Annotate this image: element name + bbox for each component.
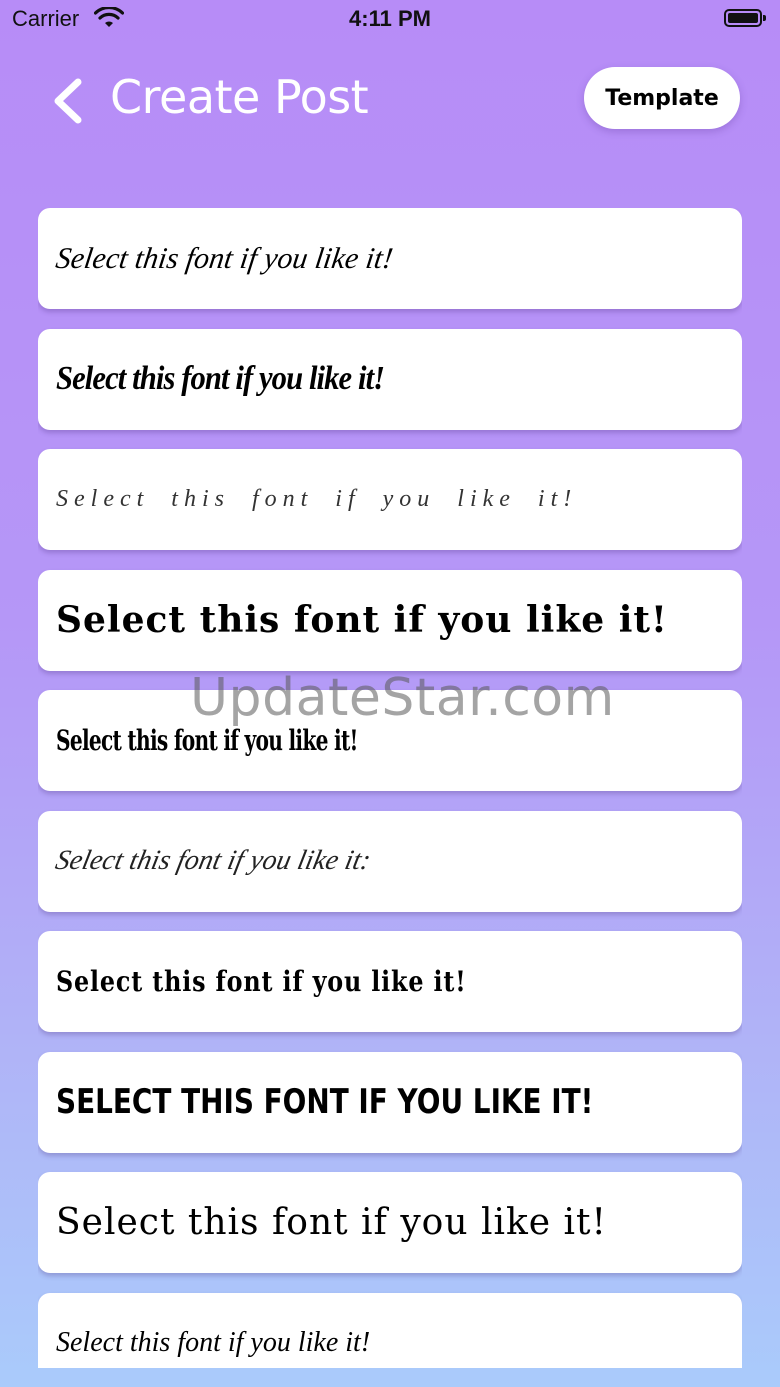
- font-sample-text: Select this font if you like it!: [53, 241, 395, 275]
- page-title: Create Post: [110, 70, 369, 124]
- font-option-8[interactable]: Select this font if you like it!: [38, 1051, 742, 1153]
- battery-icon: [724, 9, 766, 27]
- template-button[interactable]: Template: [584, 67, 740, 129]
- font-sample-text: Select this font if you like it!: [56, 1327, 371, 1358]
- font-option-3[interactable]: Select this font if you like it!: [38, 449, 742, 550]
- font-sample-text: Select this font if you like it!: [56, 724, 358, 757]
- back-chevron-icon[interactable]: [48, 78, 88, 124]
- font-sample-text: Select this font if you like it!: [56, 965, 467, 998]
- font-option-10[interactable]: Select this font if you like it!: [38, 1292, 742, 1368]
- font-option-5[interactable]: Select this font if you like it!: [38, 690, 742, 791]
- font-option-6[interactable]: Select this font if you like it:: [38, 810, 742, 912]
- status-bar: Carrier 4:11 PM: [0, 0, 780, 40]
- font-list[interactable]: Select this font if you like it! Select …: [38, 208, 742, 1368]
- font-sample-text: Select this font if you like it:: [52, 845, 374, 876]
- font-option-7[interactable]: Select this font if you like it!: [38, 931, 742, 1032]
- font-option-1[interactable]: Select this font if you like it!: [38, 208, 742, 309]
- font-sample-text: Select this font if you like it!: [56, 360, 385, 397]
- font-option-2[interactable]: Select this font if you like it!: [38, 328, 742, 430]
- font-sample-text: Select this font if you like it!: [56, 486, 578, 512]
- header: Create Post Template: [0, 60, 780, 140]
- font-option-9[interactable]: Select this font if you like it!: [38, 1172, 742, 1273]
- status-time: 4:11 PM: [349, 6, 431, 31]
- font-sample-text: Select this font if you like it!: [56, 1202, 607, 1243]
- font-option-4[interactable]: Select this font if you like it!: [38, 569, 742, 671]
- font-sample-text: Select this font if you like it!: [56, 1082, 594, 1122]
- font-sample-text: Select this font if you like it!: [56, 599, 668, 641]
